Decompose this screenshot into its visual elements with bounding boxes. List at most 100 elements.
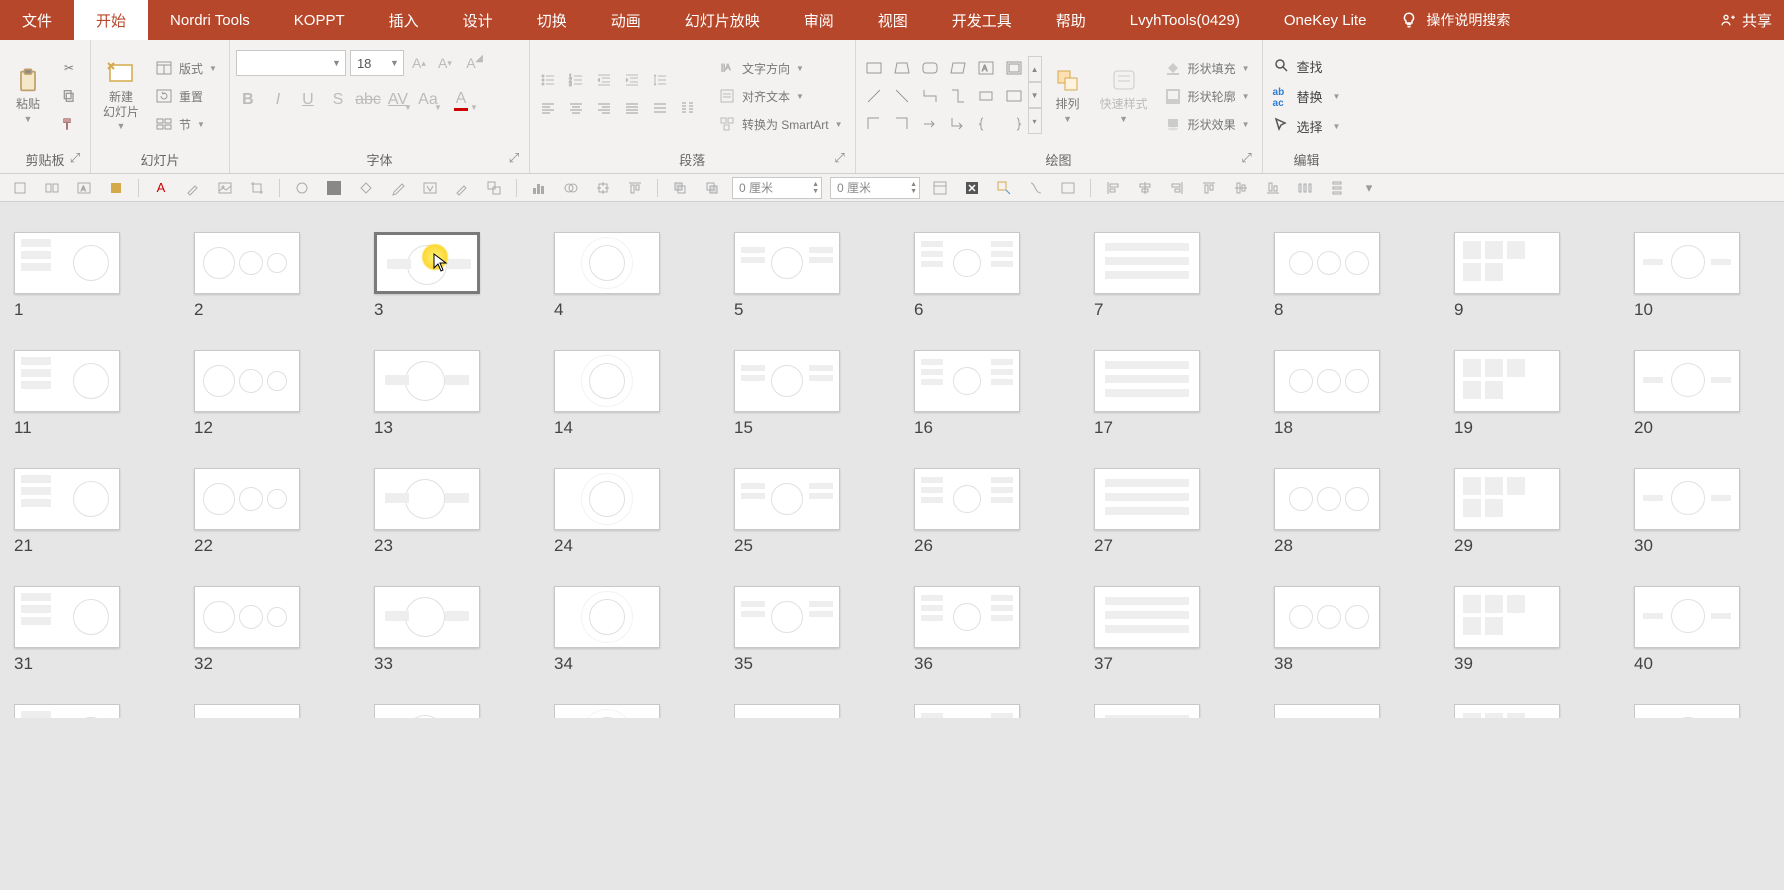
paragraph-launcher[interactable]: ⤢ (833, 150, 847, 164)
slide-thumbnail-35[interactable]: 35 (734, 586, 870, 674)
tab-transitions[interactable]: 切换 (515, 0, 589, 40)
slide-thumbnail-12[interactable]: 12 (194, 350, 330, 438)
clear-format-button[interactable]: A◢ (460, 52, 482, 74)
slide-thumbnail-24[interactable]: 24 (554, 468, 690, 556)
shape-fill-button[interactable]: 形状填充▼ (1158, 56, 1256, 80)
qat-align-center-tool[interactable] (1133, 177, 1157, 199)
slide-thumbnail-37[interactable]: 37 (1094, 586, 1230, 674)
shadow-button[interactable]: S (326, 88, 350, 112)
convert-smartart-button[interactable]: 转换为 SmartArt▼ (712, 112, 849, 136)
qat-overflow-tool[interactable]: ▾ (1357, 177, 1381, 199)
width-input[interactable]: 0 厘米▲▼ (732, 177, 822, 199)
shape-rect-icon[interactable] (862, 56, 886, 80)
qat-animation-tool[interactable] (992, 177, 1016, 199)
slide-thumbnail-30[interactable]: 30 (1634, 468, 1770, 556)
layout-button[interactable]: 版式▼ (149, 56, 223, 80)
slide-thumbnail-13[interactable]: 13 (374, 350, 510, 438)
slide-thumbnail-40[interactable]: 40 (1634, 586, 1770, 674)
tab-animations[interactable]: 动画 (589, 0, 663, 40)
slide-thumbnail-28[interactable]: 28 (1274, 468, 1410, 556)
slide-thumbnail-4[interactable]: 4 (554, 232, 690, 320)
cut-button[interactable]: ✂ (54, 56, 84, 80)
tab-home[interactable]: 开始 (74, 0, 148, 40)
qat-align-left-tool[interactable] (1101, 177, 1125, 199)
shape-elbow2-icon[interactable] (946, 84, 970, 108)
shape-line2-icon[interactable] (890, 84, 914, 108)
qat-distribute-h-tool[interactable] (1293, 177, 1317, 199)
qat-tool-2[interactable] (40, 177, 64, 199)
qat-align-tool[interactable] (623, 177, 647, 199)
slide-thumbnail-21[interactable]: 21 (14, 468, 150, 556)
slide-thumbnail-5[interactable]: 5 (734, 232, 870, 320)
copy-button[interactable] (54, 84, 84, 108)
shape-effects-button[interactable]: 形状效果▼ (1158, 112, 1256, 136)
slide-thumbnail-8[interactable]: 8 (1274, 232, 1410, 320)
share-button[interactable]: 共享 (1708, 0, 1784, 40)
slide-thumbnail-34[interactable]: 34 (554, 586, 690, 674)
align-center-button[interactable] (564, 96, 588, 120)
font-family-combo[interactable]: ▼ (236, 50, 346, 76)
font-size-combo[interactable]: 18▼ (350, 50, 404, 76)
paste-button[interactable]: 粘贴 ▼ (6, 65, 50, 126)
shape-arrow-right-icon[interactable] (918, 112, 942, 136)
qat-group-tool[interactable] (482, 177, 506, 199)
slide-thumbnail-27[interactable]: 27 (1094, 468, 1230, 556)
slide-thumbnail-6[interactable]: 6 (914, 232, 1050, 320)
qat-align-top-tool[interactable] (1197, 177, 1221, 199)
qat-picture-tool[interactable] (213, 177, 237, 199)
qat-align-right-tool[interactable] (1165, 177, 1189, 199)
shape-brace-icon[interactable] (974, 112, 998, 136)
strike-button[interactable]: abc (356, 88, 380, 112)
tab-koppt[interactable]: KOPPT (272, 0, 367, 40)
slide-thumbnail-26[interactable]: 26 (914, 468, 1050, 556)
numbering-button[interactable]: 123 (564, 68, 588, 92)
tab-insert[interactable]: 插入 (367, 0, 441, 40)
shape-frame-icon[interactable] (1002, 56, 1026, 80)
shape-textbox-icon[interactable]: A (974, 56, 998, 80)
tab-design[interactable]: 设计 (441, 0, 515, 40)
qat-combine-tool[interactable] (591, 177, 615, 199)
italic-button[interactable]: I (266, 88, 290, 112)
shape-elbow-icon[interactable] (918, 84, 942, 108)
shape-lbracket-icon[interactable] (862, 112, 886, 136)
shapes-gallery[interactable]: A (862, 56, 1026, 136)
shape-outline-button[interactable]: 形状轮廓▼ (1158, 84, 1256, 108)
shape-roundrect-icon[interactable] (918, 56, 942, 80)
qat-eyedropper2-tool[interactable] (386, 177, 410, 199)
qat-edit-shape-tool[interactable] (418, 177, 442, 199)
qat-align-middle-tool[interactable] (1229, 177, 1253, 199)
tab-developer[interactable]: 开发工具 (930, 0, 1034, 40)
slide-thumbnail-10[interactable]: 10 (1634, 232, 1770, 320)
qat-bring-front-tool[interactable] (668, 177, 692, 199)
slide-thumbnail-47[interactable] (1094, 704, 1230, 718)
replace-button[interactable]: abac替换▼ (1269, 83, 1345, 109)
qat-circle-tool[interactable] (290, 177, 314, 199)
tab-review[interactable]: 审阅 (782, 0, 856, 40)
align-text-button[interactable]: 对齐文本▼ (712, 84, 849, 108)
slide-thumbnail-17[interactable]: 17 (1094, 350, 1230, 438)
slide-thumbnail-29[interactable]: 29 (1454, 468, 1590, 556)
font-color-button[interactable]: A▼ (446, 88, 476, 112)
slide-thumbnail-15[interactable]: 15 (734, 350, 870, 438)
slide-thumbnail-32[interactable]: 32 (194, 586, 330, 674)
shape-rect2-icon[interactable] (974, 84, 998, 108)
slide-thumbnail-39[interactable]: 39 (1454, 586, 1590, 674)
tab-onekey[interactable]: OneKey Lite (1262, 0, 1389, 40)
increase-indent-button[interactable] (620, 68, 644, 92)
slide-thumbnail-38[interactable]: 38 (1274, 586, 1410, 674)
slide-thumbnail-20[interactable]: 20 (1634, 350, 1770, 438)
qat-eyedropper-tool[interactable] (181, 177, 205, 199)
qat-crop-tool[interactable] (245, 177, 269, 199)
slide-thumbnail-43[interactable] (374, 704, 510, 718)
shape-line-icon[interactable] (862, 84, 886, 108)
tab-slideshow[interactable]: 幻灯片放映 (663, 0, 782, 40)
reset-button[interactable]: 重置 (149, 84, 223, 108)
underline-button[interactable]: U (296, 88, 320, 112)
slide-thumbnail-46[interactable] (914, 704, 1050, 718)
tab-help[interactable]: 帮助 (1034, 0, 1108, 40)
qat-distribute-v-tool[interactable] (1325, 177, 1349, 199)
tab-nordri[interactable]: Nordri Tools (148, 0, 272, 40)
shapes-gallery-scroll[interactable]: ▲▼▾ (1028, 56, 1042, 136)
arrange-button[interactable]: 排列▼ (1046, 65, 1090, 126)
slide-thumbnail-22[interactable]: 22 (194, 468, 330, 556)
